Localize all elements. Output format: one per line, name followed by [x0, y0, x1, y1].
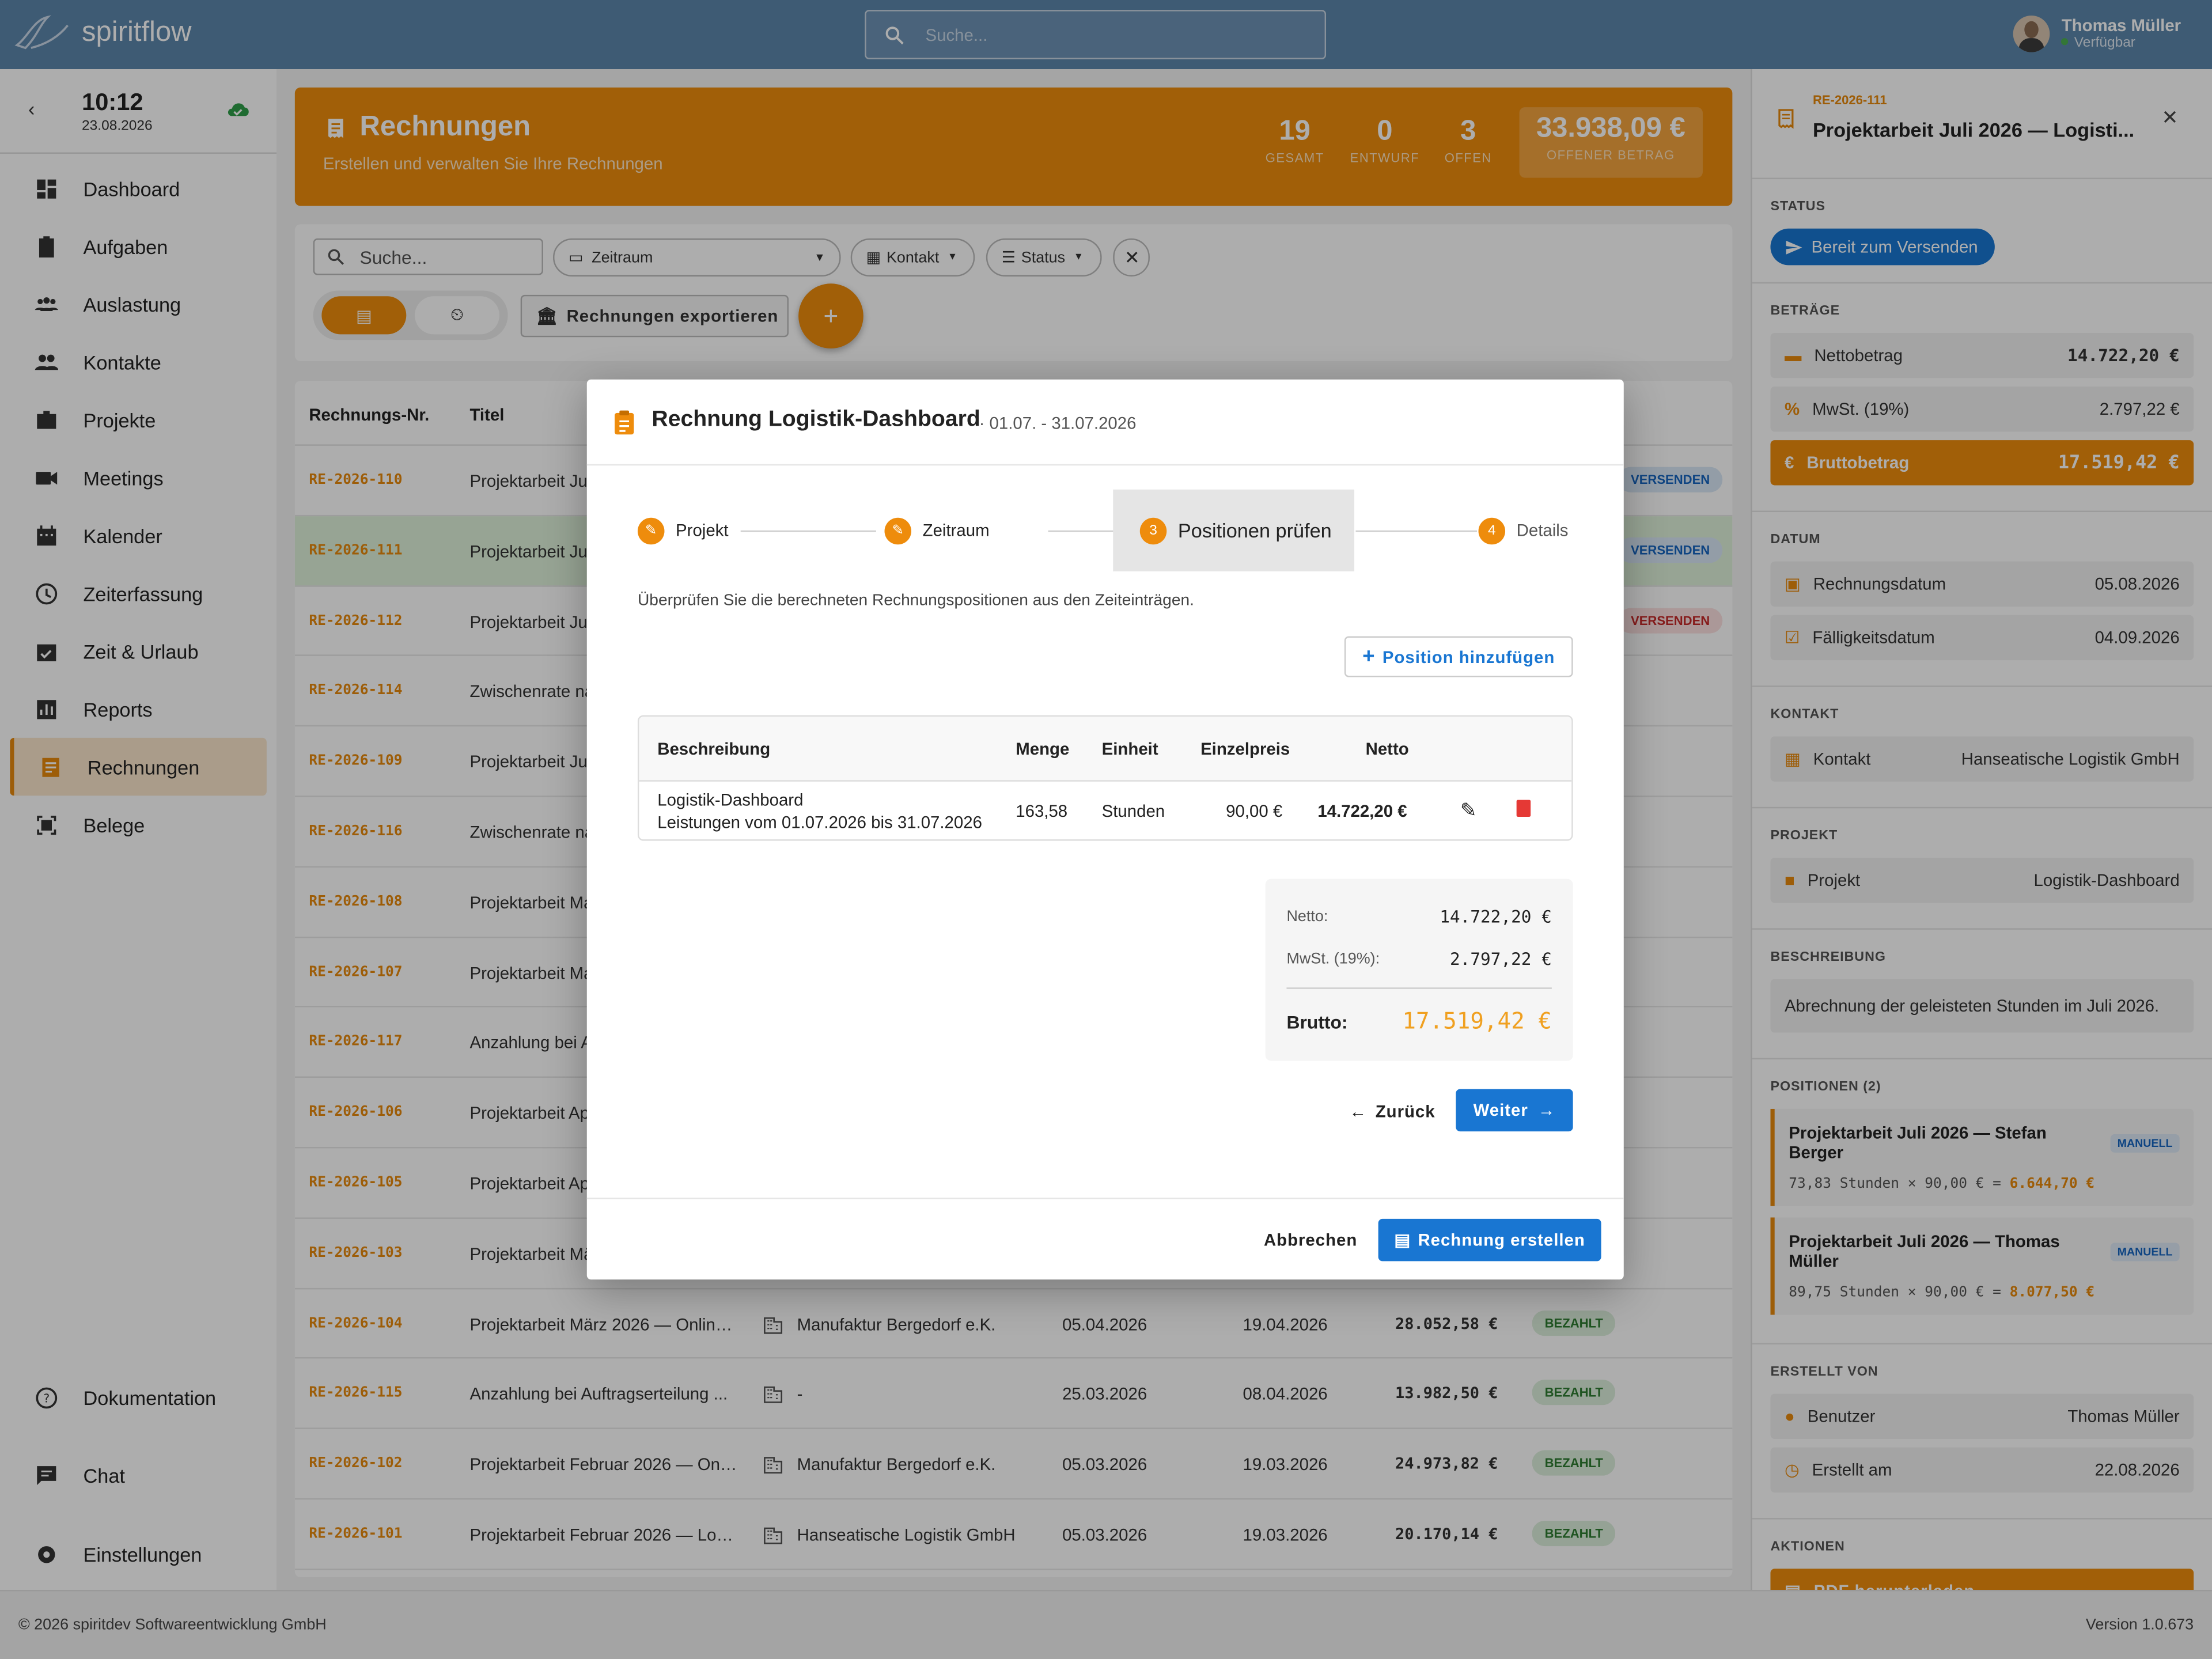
cancel-label: Abbrechen	[1263, 1230, 1358, 1250]
delete-position-icon[interactable]	[1516, 800, 1531, 817]
step-number: 3	[1139, 517, 1167, 544]
totals-box: Netto: 14.722,20 € MwSt. (19%): 2.797,22…	[1265, 878, 1573, 1061]
stepper: ✎ Projekt ✎ Zeitraum 3 Positionen prüfen 4D…	[637, 489, 1573, 571]
next-button[interactable]: Weiter →	[1456, 1089, 1573, 1132]
edit-icon: ✎	[637, 517, 665, 544]
totals-net-value: 14.722,20 €	[1440, 907, 1552, 927]
arrow-left-icon: ←	[1349, 1101, 1368, 1121]
step-details[interactable]: 4 Details	[1478, 490, 1569, 571]
create-invoice-dialog: Rechnung Logistik-Dashboard · 01.07. - 3…	[586, 379, 1624, 1280]
column-header-qty: Menge	[1016, 739, 1070, 759]
back-button[interactable]: ← Zurück	[1336, 1090, 1449, 1131]
add-position-button[interactable]: + Position hinzufügen	[1344, 636, 1573, 677]
step-connector	[1355, 530, 1478, 532]
column-header-desc: Beschreibung	[657, 739, 771, 759]
instruction-text: Überprüfen Sie die berechneten Rechnungs…	[637, 592, 1194, 609]
column-header-unit: Einheit	[1101, 739, 1158, 759]
step-label: Positionen prüfen	[1177, 519, 1332, 542]
position-qty: 163,58	[1016, 801, 1068, 821]
create-invoice-label: Rechnung erstellen	[1418, 1230, 1585, 1250]
step-positionen[interactable]: 3 Positionen prüfen	[1113, 489, 1355, 571]
totals-gross-label: Brutto:	[1286, 1011, 1348, 1033]
positions-table: Beschreibung Menge Einheit Einzelpreis N…	[637, 715, 1573, 841]
dialog-header: Rechnung Logistik-Dashboard · 01.07. - 3…	[586, 380, 1624, 466]
clipboard-icon	[615, 410, 634, 435]
position-unit: Stunden	[1101, 801, 1165, 821]
edit-icon: ✎	[884, 517, 912, 544]
dialog-range: · 01.07. - 31.07.2026	[979, 413, 1137, 433]
edit-position-icon[interactable]: ✎	[1460, 798, 1477, 823]
dialog-title: Rechnung Logistik-Dashboard	[652, 407, 980, 432]
app-root: spiritflow Suche... Thomas Müller Verfüg…	[0, 0, 2212, 1659]
add-position-label: Position hinzufügen	[1382, 646, 1555, 667]
back-label: Zurück	[1375, 1101, 1435, 1121]
step-number: 4	[1478, 517, 1506, 544]
column-header-price: Einzelpreis	[1200, 739, 1290, 759]
totals-net-label: Netto:	[1286, 908, 1328, 926]
create-invoice-button[interactable]: ▤ Rechnung erstellen	[1378, 1218, 1601, 1262]
step-projekt[interactable]: ✎ Projekt	[637, 490, 729, 571]
step-label: Details	[1516, 520, 1569, 540]
position-desc-title: Logistik-Dashboard	[657, 790, 804, 810]
step-label: Projekt	[676, 520, 729, 540]
totals-vat-value: 2.797,22 €	[1449, 949, 1552, 969]
dialog-footer-divider	[586, 1198, 1624, 1199]
totals-vat-label: MwSt. (19%):	[1286, 950, 1380, 968]
step-connector	[740, 530, 876, 532]
position-desc-detail: Leistungen vom 01.07.2026 bis 31.07.2026	[657, 812, 982, 832]
position-price: 90,00 €	[1226, 801, 1283, 821]
positions-table-header: Beschreibung Menge Einheit Einzelpreis N…	[639, 717, 1572, 782]
receipt-icon: ▤	[1394, 1230, 1411, 1250]
column-header-net: Netto	[1365, 739, 1409, 759]
position-row: Logistik-Dashboard Leistungen vom 01.07.…	[639, 782, 1571, 839]
arrow-right-icon: →	[1537, 1100, 1556, 1120]
next-label: Weiter	[1473, 1100, 1528, 1120]
totals-gross-value: 17.519,42 €	[1402, 1007, 1552, 1035]
step-zeitraum[interactable]: ✎ Zeitraum	[884, 490, 990, 571]
totals-divider	[1286, 987, 1552, 989]
plus-icon: +	[1362, 645, 1376, 669]
cancel-button[interactable]: Abbrechen	[1248, 1219, 1373, 1261]
step-label: Zeitraum	[922, 520, 990, 540]
position-net: 14.722,20 €	[1317, 801, 1407, 821]
